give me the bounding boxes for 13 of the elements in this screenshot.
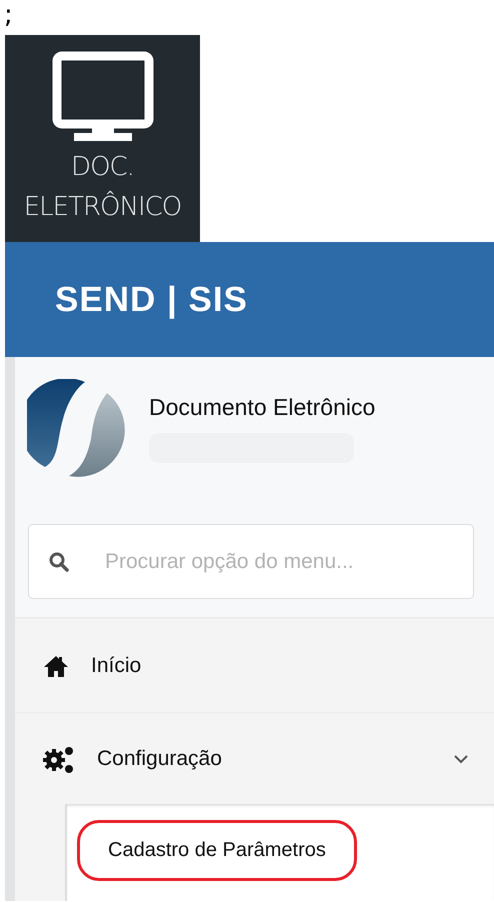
app-tile[interactable]: DOC. ELETRÔNICO	[5, 35, 200, 242]
menu-label: Configuração	[97, 746, 222, 770]
search-field[interactable]: Procurar opção do menu...	[28, 524, 474, 599]
home-icon	[43, 655, 69, 677]
search-icon	[49, 552, 69, 572]
menu-label: Início	[91, 654, 142, 678]
brand-title: SEND | SIS	[5, 242, 494, 357]
menu-item[interactable]: Início	[15, 620, 494, 712]
submenu-item[interactable]: Cadastro de Parâmetros	[77, 820, 357, 881]
logo-icon	[27, 379, 127, 479]
monitor-icon	[52, 51, 154, 141]
app-title: Documento Eletrônico	[149, 394, 376, 421]
semicolon-text: ;	[3, 0, 14, 32]
